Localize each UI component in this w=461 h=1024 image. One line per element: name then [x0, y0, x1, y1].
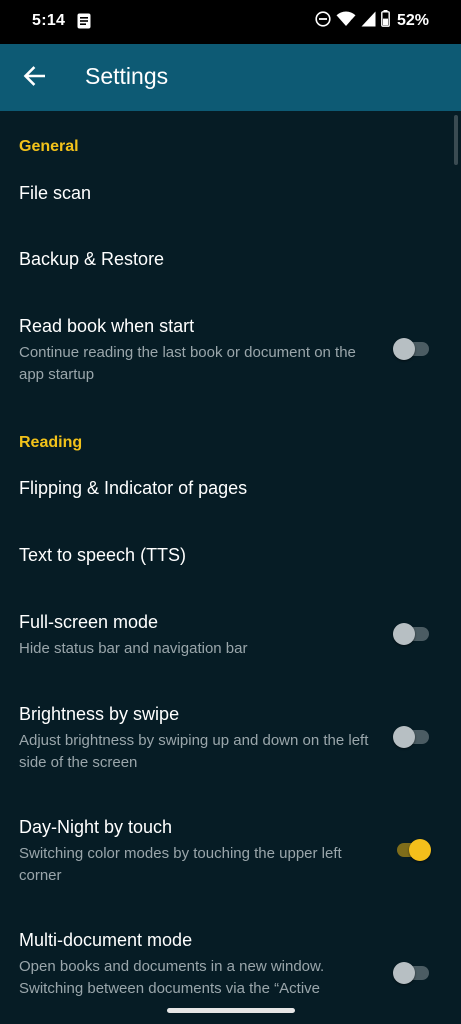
- switch-thumb: [393, 962, 415, 984]
- switch-thumb: [409, 839, 431, 861]
- setting-title: Multi-document mode: [19, 930, 193, 950]
- setting-day-night-by-touch[interactable]: Day-Night by touch Switching color modes…: [0, 804, 461, 896]
- battery-icon: [381, 10, 390, 32]
- setting-full-screen-mode[interactable]: Full-screen mode Hide status bar and nav…: [0, 599, 461, 669]
- back-button[interactable]: [14, 58, 54, 98]
- battery-percentage: 52%: [396, 12, 429, 29]
- setting-title: Day-Night by touch: [19, 817, 173, 837]
- setting-title: Brightness by swipe: [19, 704, 180, 724]
- setting-flipping-indicator[interactable]: Flipping & Indicator of pages: [0, 461, 461, 517]
- scrollbar[interactable]: [454, 115, 458, 165]
- setting-description: Open books and documents in a new window…: [19, 958, 325, 996]
- cell-signal-icon: [361, 11, 376, 32]
- setting-description: Switching color modes by touching the up…: [19, 845, 342, 884]
- page-title: Settings: [85, 63, 169, 89]
- setting-read-book-when-start[interactable]: Read book when start Continue reading th…: [0, 303, 461, 393]
- toggle-brightness-by-swipe[interactable]: [393, 726, 429, 748]
- toggle-day-night-by-touch[interactable]: [393, 839, 431, 861]
- status-time: 5:14: [32, 12, 66, 29]
- setting-title: File scan: [19, 183, 92, 203]
- toggle-read-book-when-start[interactable]: [393, 338, 429, 360]
- setting-title: Text to speech (TTS): [19, 545, 187, 565]
- setting-multi-document-mode[interactable]: Multi-document mode Open books and docum…: [0, 917, 461, 996]
- dnd-icon: [315, 10, 331, 32]
- navigation-bar: [0, 996, 461, 1024]
- arrow-back-icon: [23, 65, 46, 91]
- setting-brightness-by-swipe[interactable]: Brightness by swipe Adjust brightness by…: [0, 691, 461, 783]
- switch-thumb: [393, 338, 415, 360]
- setting-description: Hide status bar and navigation bar: [19, 640, 248, 657]
- wifi-icon: [336, 10, 356, 32]
- setting-title: Read book when start: [19, 316, 195, 336]
- toggle-full-screen-mode[interactable]: [393, 623, 429, 645]
- setting-description: Continue reading the last book or docume…: [19, 344, 356, 383]
- switch-thumb: [393, 623, 415, 645]
- notification-icon: [77, 13, 91, 29]
- setting-file-scan[interactable]: File scan: [0, 165, 461, 221]
- setting-description: Adjust brightness by swiping up and down…: [19, 732, 369, 771]
- switch-thumb: [393, 726, 415, 748]
- setting-title: Full-screen mode: [19, 612, 159, 632]
- setting-backup-restore[interactable]: Backup & Restore: [0, 232, 461, 288]
- section-header-reading: Reading: [19, 434, 83, 451]
- section-header-general: General: [19, 138, 79, 155]
- app-bar: Settings: [0, 44, 461, 111]
- status-bar: 5:14 52%: [0, 0, 461, 44]
- setting-title: Backup & Restore: [19, 249, 165, 269]
- status-icons: 52%: [315, 10, 429, 32]
- setting-title: Flipping & Indicator of pages: [19, 478, 248, 498]
- settings-list[interactable]: General File scan Backup & Restore Read …: [0, 111, 461, 996]
- home-gesture-handle[interactable]: [167, 1008, 295, 1013]
- setting-text-to-speech[interactable]: Text to speech (TTS): [0, 528, 461, 584]
- toggle-multi-document-mode[interactable]: [393, 962, 429, 984]
